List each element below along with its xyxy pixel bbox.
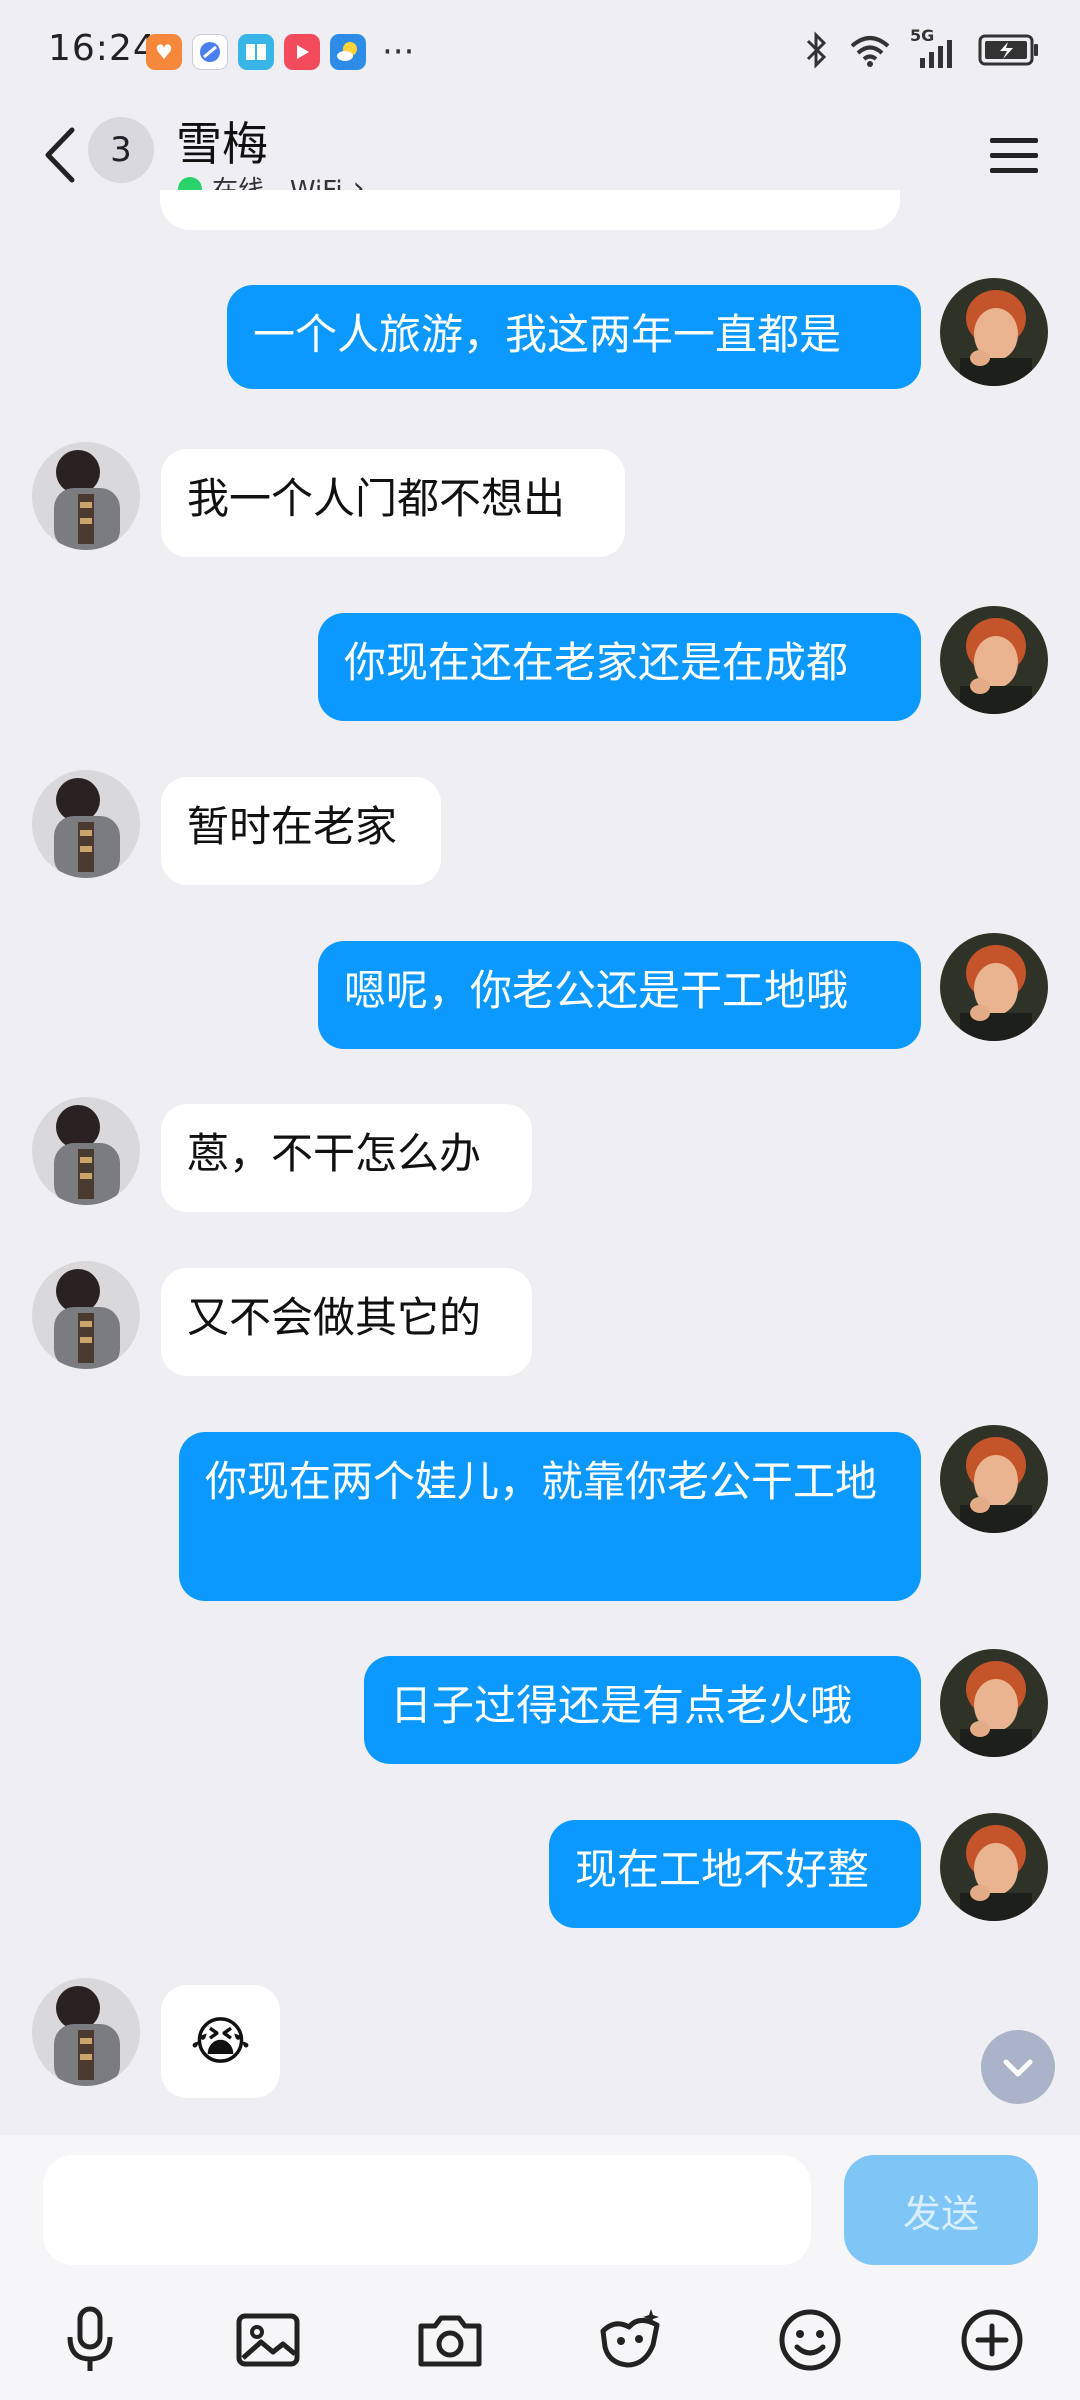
message-text: 嗯呢，你老公还是干工地哦 bbox=[344, 966, 849, 1015]
message-bubble-incoming[interactable]: 蒽，不干怎么办 bbox=[161, 1104, 532, 1212]
avatar-image bbox=[940, 278, 1048, 386]
message-bubble-incoming[interactable]: 😭 bbox=[161, 1985, 280, 2098]
avatar-image bbox=[32, 442, 140, 550]
my-avatar[interactable] bbox=[940, 606, 1048, 714]
send-button[interactable]: 发送 bbox=[844, 2155, 1038, 2265]
message-text: 现在工地不好整 bbox=[575, 1845, 870, 1894]
back-button[interactable] bbox=[36, 120, 86, 190]
my-avatar[interactable] bbox=[940, 1813, 1048, 1921]
contact-avatar[interactable] bbox=[32, 442, 140, 550]
chevron-down-icon bbox=[1003, 2059, 1033, 2077]
more-notifications: ··· bbox=[382, 32, 415, 72]
notification-icons: ♥ ··· bbox=[146, 34, 414, 70]
chat-screen: 16:24 ♥ ··· 5G 3 雪梅 › 一个人旅游，我这两年一直都是 我一个… bbox=[0, 0, 1080, 2400]
browser-app-icon bbox=[192, 34, 228, 70]
my-avatar[interactable] bbox=[940, 1425, 1048, 1533]
composer: 发送 bbox=[0, 2135, 1080, 2400]
status-time: 16:24 bbox=[48, 28, 157, 69]
chevron-left-icon bbox=[45, 127, 75, 183]
message-bubble-outgoing[interactable]: 一个人旅游，我这两年一直都是 bbox=[227, 285, 921, 389]
emoji-icon bbox=[779, 2309, 841, 2371]
microphone-icon bbox=[67, 2306, 113, 2371]
previous-message-edge bbox=[160, 190, 900, 230]
sticker-button[interactable] bbox=[590, 2300, 670, 2380]
avatar-image bbox=[940, 1813, 1048, 1921]
status-bar: 16:24 ♥ ··· 5G bbox=[0, 0, 1080, 100]
camera-icon bbox=[418, 2315, 482, 2367]
message-bubble-outgoing[interactable]: 嗯呢，你老公还是干工地哦 bbox=[318, 941, 921, 1049]
contact-avatar[interactable] bbox=[32, 770, 140, 878]
hamburger-menu-icon bbox=[990, 138, 1038, 173]
signal-bars-icon bbox=[920, 40, 952, 68]
image-icon bbox=[236, 2313, 300, 2367]
avatar-image bbox=[32, 1097, 140, 1205]
avatar-image bbox=[32, 1978, 140, 2086]
system-status-icons: 5G bbox=[804, 26, 1040, 70]
contact-avatar[interactable] bbox=[32, 1097, 140, 1205]
avatar-image bbox=[32, 1261, 140, 1369]
avatar-image bbox=[32, 770, 140, 878]
message-text: 你现在还在老家还是在成都 bbox=[344, 638, 849, 687]
message-input[interactable] bbox=[43, 2155, 811, 2265]
emoji-button[interactable] bbox=[770, 2300, 850, 2380]
wifi-icon bbox=[850, 36, 890, 67]
bluetooth-icon bbox=[806, 31, 827, 69]
message-bubble-incoming[interactable]: 暂时在老家 bbox=[161, 777, 441, 885]
message-text: 暂时在老家 bbox=[187, 802, 398, 851]
message-text: 又不会做其它的 bbox=[187, 1293, 482, 1342]
my-avatar[interactable] bbox=[940, 933, 1048, 1041]
crying-emoji: 😭 bbox=[190, 2011, 251, 2072]
avatar-image bbox=[940, 1649, 1048, 1757]
avatar-image bbox=[940, 606, 1048, 714]
photo-button[interactable] bbox=[230, 2300, 310, 2380]
message-bubble-outgoing[interactable]: 现在工地不好整 bbox=[549, 1820, 921, 1928]
camera-button[interactable] bbox=[410, 2300, 490, 2380]
avatar-image bbox=[940, 1425, 1048, 1533]
contact-name[interactable]: 雪梅 bbox=[176, 108, 268, 174]
book-app-icon bbox=[238, 34, 274, 70]
message-bubble-outgoing[interactable]: 日子过得还是有点老火哦 bbox=[364, 1656, 921, 1764]
message-bubble-outgoing[interactable]: 你现在还在老家还是在成都 bbox=[318, 613, 921, 721]
unread-count-badge[interactable]: 3 bbox=[88, 117, 154, 183]
add-icon bbox=[961, 2309, 1023, 2371]
message-text: 我一个人门都不想出 bbox=[187, 474, 566, 523]
message-text: 日子过得还是有点老火哦 bbox=[390, 1681, 853, 1730]
sticker-icon bbox=[600, 2309, 660, 2368]
message-text: 你现在两个娃儿，就靠你老公干工地 bbox=[205, 1457, 878, 1506]
my-avatar[interactable] bbox=[940, 1649, 1048, 1757]
menu-button[interactable] bbox=[984, 125, 1044, 185]
message-bubble-incoming[interactable]: 又不会做其它的 bbox=[161, 1268, 532, 1376]
video-app-icon bbox=[284, 34, 320, 70]
message-text: 一个人旅游，我这两年一直都是 bbox=[253, 310, 842, 359]
heart-app-icon: ♥ bbox=[146, 34, 182, 70]
voice-button[interactable] bbox=[50, 2300, 130, 2380]
avatar-image bbox=[940, 933, 1048, 1041]
signal-5g: 5G bbox=[910, 26, 960, 70]
message-bubble-outgoing[interactable]: 你现在两个娃儿，就靠你老公干工地 bbox=[179, 1432, 921, 1601]
composer-toolbar bbox=[0, 2285, 1080, 2385]
more-functions-button[interactable] bbox=[952, 2300, 1032, 2380]
message-text: 蒽，不干怎么办 bbox=[187, 1129, 482, 1178]
scroll-to-bottom-button[interactable] bbox=[981, 2030, 1055, 2104]
battery-charging-icon bbox=[978, 34, 1038, 66]
contact-avatar[interactable] bbox=[32, 1261, 140, 1369]
my-avatar[interactable] bbox=[940, 278, 1048, 386]
weather-app-icon bbox=[330, 34, 366, 70]
contact-avatar[interactable] bbox=[32, 1978, 140, 2086]
message-bubble-incoming[interactable]: 我一个人门都不想出 bbox=[161, 449, 625, 557]
